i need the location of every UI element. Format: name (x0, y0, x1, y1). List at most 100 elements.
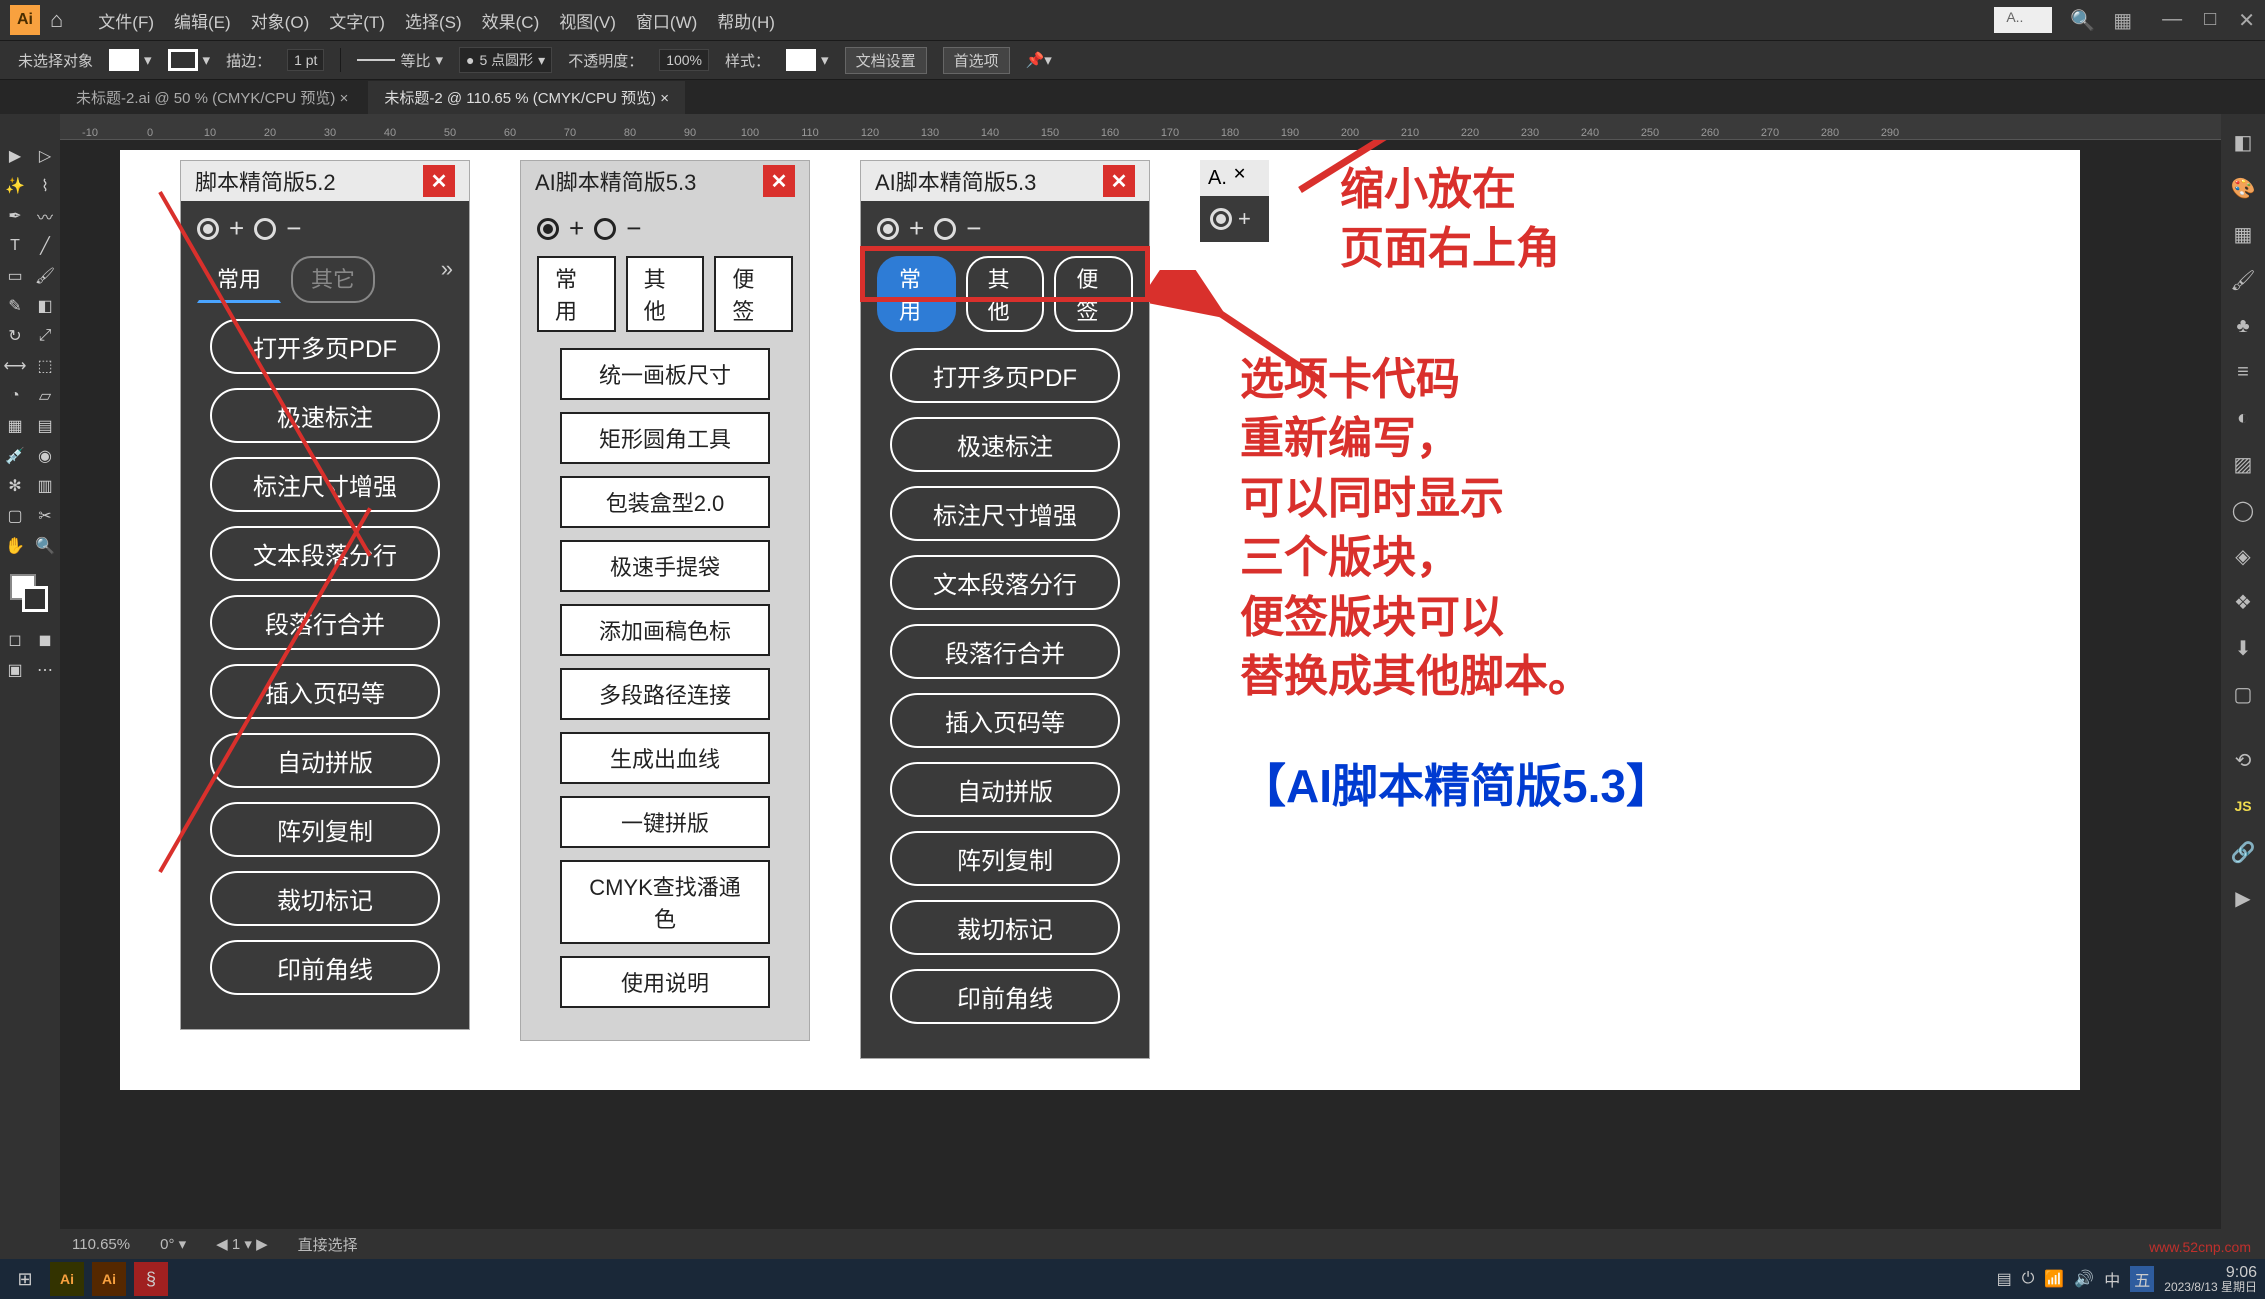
magic-wand-tool[interactable]: ✨ (1, 172, 29, 200)
start-button[interactable]: ⊞ (8, 1262, 42, 1296)
script-button[interactable]: 阵列复制 (210, 802, 440, 857)
uniform-dropdown[interactable]: 等比 ▾ (357, 50, 443, 71)
rotate-tool[interactable]: ↻ (1, 322, 29, 350)
rotate-indicator[interactable]: 0° ▾ (160, 1235, 186, 1253)
fill-stroke-indicator[interactable] (10, 574, 50, 614)
menu-window[interactable]: 窗口(W) (636, 8, 697, 33)
script-button[interactable]: 打开多页PDF (210, 319, 440, 374)
panel53light-tab-other[interactable]: 其他 (626, 256, 705, 332)
panel52-close-button[interactable]: ✕ (423, 165, 455, 197)
hand-tool[interactable]: ✋ (1, 532, 29, 560)
script-button[interactable]: 矩形圆角工具 (560, 412, 770, 464)
script-button[interactable]: 多段路径连接 (560, 668, 770, 720)
screen-mode[interactable]: ▣ (1, 656, 29, 684)
document-canvas[interactable]: 脚本精简版5.2 ✕ +− 常用 其它 » 打开多页PDF极速标注标注尺寸增强文… (60, 140, 2221, 1229)
draw-mode-behind[interactable]: ◼ (31, 626, 59, 654)
radio-off-icon[interactable] (934, 218, 956, 240)
graph-tool[interactable]: ▥ (31, 472, 59, 500)
perspective-tool[interactable]: ▱ (31, 382, 59, 410)
properties-panel-icon[interactable]: ◧ (2227, 126, 2259, 158)
brush-profile[interactable]: ● 5 点圆形 ▾ (459, 47, 552, 73)
script-button[interactable]: 文本段落分行 (210, 526, 440, 581)
script-button[interactable]: 极速标注 (210, 388, 440, 443)
shape-builder-tool[interactable]: ◔ (1, 382, 29, 410)
script-button[interactable]: 打开多页PDF (890, 348, 1120, 403)
scale-tool[interactable]: ⤢ (31, 322, 59, 350)
stroke-panel-icon[interactable]: ≡ (2227, 356, 2259, 388)
swatches-panel-icon[interactable]: ▦ (2227, 218, 2259, 250)
home-icon[interactable]: ⌂ (50, 7, 63, 33)
tray-volume-icon[interactable]: 🔊 (2074, 1269, 2094, 1289)
mesh-tool[interactable]: ▦ (1, 412, 29, 440)
menu-effect[interactable]: 效果(C) (482, 8, 540, 33)
tray-icon[interactable]: ▤ (1997, 1269, 2012, 1289)
script-button[interactable]: 自动拼版 (890, 762, 1120, 817)
script-button[interactable]: 标注尺寸增强 (890, 486, 1120, 541)
close-icon[interactable]: ✕ (2238, 8, 2255, 33)
zoom-level[interactable]: 110.65% (72, 1236, 130, 1253)
artboard-nav[interactable]: ◀ 1 ▾ ▶ (216, 1235, 267, 1253)
shaper-tool[interactable]: ✎ (1, 292, 29, 320)
play-icon[interactable]: ▶ (2227, 882, 2259, 914)
menu-edit[interactable]: 编辑(E) (174, 8, 231, 33)
menu-help[interactable]: 帮助(H) (717, 8, 775, 33)
paintbrush-tool[interactable]: 🖌 (31, 262, 59, 290)
pen-tool[interactable]: ✒ (1, 202, 29, 230)
script-button[interactable]: 段落行合并 (210, 595, 440, 650)
eraser-tool[interactable]: ◧ (31, 292, 59, 320)
tray-icon[interactable]: ⏻ (2022, 1270, 2035, 1288)
script-button[interactable]: 段落行合并 (890, 624, 1120, 679)
tray-icon[interactable]: 五 (2130, 1266, 2154, 1292)
asset-export-panel-icon[interactable]: ⬇ (2227, 632, 2259, 664)
menu-type[interactable]: 文字(T) (329, 8, 385, 33)
script-button[interactable]: 包装盒型2.0 (560, 476, 770, 528)
symbol-sprayer-tool[interactable]: ✻ (1, 472, 29, 500)
color-panel-icon[interactable]: 🎨 (2227, 172, 2259, 204)
selection-tool[interactable]: ▶ (1, 142, 29, 170)
menu-select[interactable]: 选择(S) (405, 8, 462, 33)
tray-ime-icon[interactable]: 中 (2104, 1267, 2120, 1291)
prefs-button[interactable]: 首选项 (943, 47, 1010, 74)
script-button[interactable]: 插入页码等 (210, 664, 440, 719)
script-button[interactable]: 文本段落分行 (890, 555, 1120, 610)
transparency-panel-icon[interactable]: ▨ (2227, 448, 2259, 480)
menu-view[interactable]: 视图(V) (559, 8, 616, 33)
script-button[interactable]: 插入页码等 (890, 693, 1120, 748)
script-button[interactable]: 生成出血线 (560, 732, 770, 784)
doc-setup-button[interactable]: 文档设置 (845, 47, 927, 74)
eyedropper-tool[interactable]: 💉 (1, 442, 29, 470)
script-button[interactable]: 一键拼版 (560, 796, 770, 848)
script-button[interactable]: 使用说明 (560, 956, 770, 1008)
pin-icon[interactable]: 📌▾ (1026, 51, 1052, 69)
doc-tab-1[interactable]: 未标题-2.ai @ 50 % (CMYK/CPU 预览) × (60, 81, 364, 114)
panel53light-tab-common[interactable]: 常用 (537, 256, 616, 332)
script-button[interactable]: 自动拼版 (210, 733, 440, 788)
appearance-panel-icon[interactable]: ◯ (2227, 494, 2259, 526)
script-button[interactable]: 阵列复制 (890, 831, 1120, 886)
taskbar-time[interactable]: 9:06 (2164, 1264, 2257, 1282)
opacity-field[interactable]: 100% (659, 49, 709, 71)
js-panel-icon[interactable]: JS (2227, 790, 2259, 822)
script-button[interactable]: 极速标注 (890, 417, 1120, 472)
fill-swatch[interactable] (109, 49, 139, 71)
top-search-box[interactable]: A.. (1994, 7, 2052, 33)
radio-off-icon[interactable] (254, 218, 276, 240)
brushes-panel-icon[interactable]: 🖌 (2227, 264, 2259, 296)
radio-off-icon[interactable] (594, 218, 616, 240)
tray-icon[interactable]: 📶 (2044, 1269, 2064, 1289)
minimize-icon[interactable]: — (2162, 8, 2182, 33)
free-transform-tool[interactable]: ⬚ (31, 352, 59, 380)
libraries-panel-icon[interactable]: ⟲ (2227, 744, 2259, 776)
script-button[interactable]: 极速手提袋 (560, 540, 770, 592)
style-swatch[interactable] (786, 49, 816, 71)
type-tool[interactable]: T (1, 232, 29, 260)
script-button[interactable]: 标注尺寸增强 (210, 457, 440, 512)
stroke-swatch[interactable] (168, 49, 198, 71)
links-panel-icon[interactable]: 🔗 (2227, 836, 2259, 868)
direct-selection-tool[interactable]: ▷ (31, 142, 59, 170)
rectangle-tool[interactable]: ▭ (1, 262, 29, 290)
taskbar-date[interactable]: 2023/8/13 星期日 (2164, 1281, 2257, 1294)
radio-on-icon[interactable] (1210, 208, 1232, 230)
script-button[interactable]: 裁切标记 (890, 900, 1120, 955)
curvature-tool[interactable]: 〰 (31, 202, 59, 230)
